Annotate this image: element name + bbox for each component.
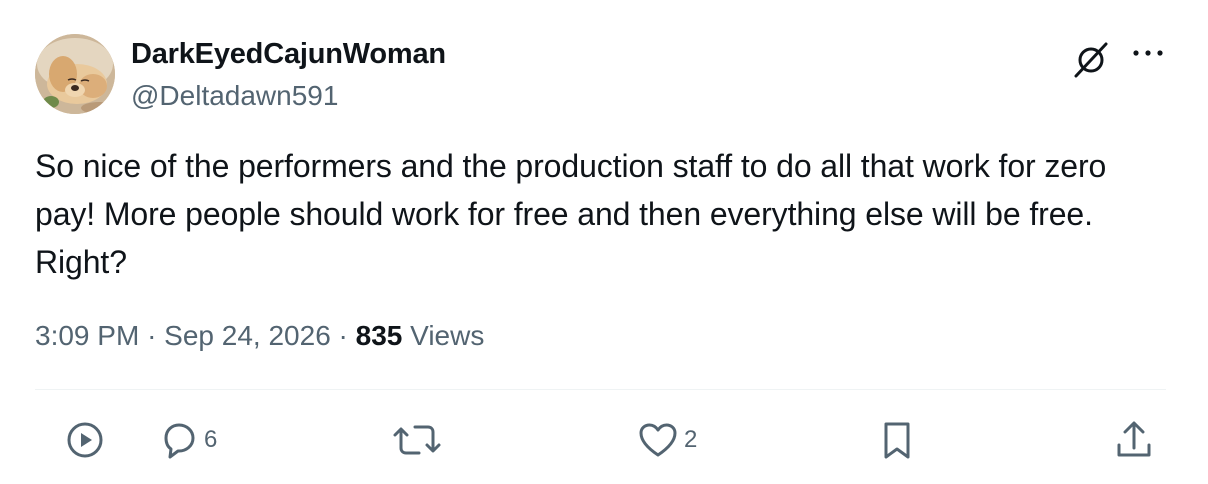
repost-icon (393, 425, 441, 455)
reply-count: 6 (204, 426, 218, 453)
views-label: Views (410, 320, 485, 351)
play-circle-icon (67, 422, 103, 458)
views-count: 835 (355, 320, 403, 351)
like-count: 2 (684, 426, 698, 453)
heart-icon (639, 423, 677, 457)
meta-separator: · (147, 320, 157, 351)
tweet-text: So nice of the performers and the produc… (35, 148, 1107, 280)
puppy-avatar-image (35, 34, 115, 114)
grok-icon[interactable] (1071, 40, 1111, 80)
tweet-card: DarkEyedCajunWoman @Deltadawn591 So nice… (0, 0, 1208, 484)
avatar[interactable] (35, 34, 115, 114)
view-stats-button[interactable] (63, 416, 107, 464)
tweet-date[interactable]: Sep 24, 2026 (164, 320, 331, 351)
author-handle[interactable]: @Deltadawn591 (131, 80, 338, 112)
tweet-time[interactable]: 3:09 PM (35, 320, 139, 351)
tweet-meta: 3:09 PM · Sep 24, 2026 · 835 Views (35, 320, 484, 352)
divider (35, 389, 1166, 390)
reply-icon (164, 423, 195, 459)
author-display-name[interactable]: DarkEyedCajunWoman (131, 38, 446, 71)
share-icon (1117, 421, 1151, 457)
reply-button[interactable]: 6 (158, 416, 217, 464)
bookmark-button[interactable] (876, 416, 918, 464)
meta-separator: · (338, 320, 348, 351)
more-options-icon[interactable] (1130, 40, 1166, 66)
like-button[interactable]: 2 (636, 416, 697, 464)
share-button[interactable] (1113, 416, 1155, 464)
repost-button[interactable] (392, 416, 442, 464)
bookmark-icon (884, 422, 910, 459)
